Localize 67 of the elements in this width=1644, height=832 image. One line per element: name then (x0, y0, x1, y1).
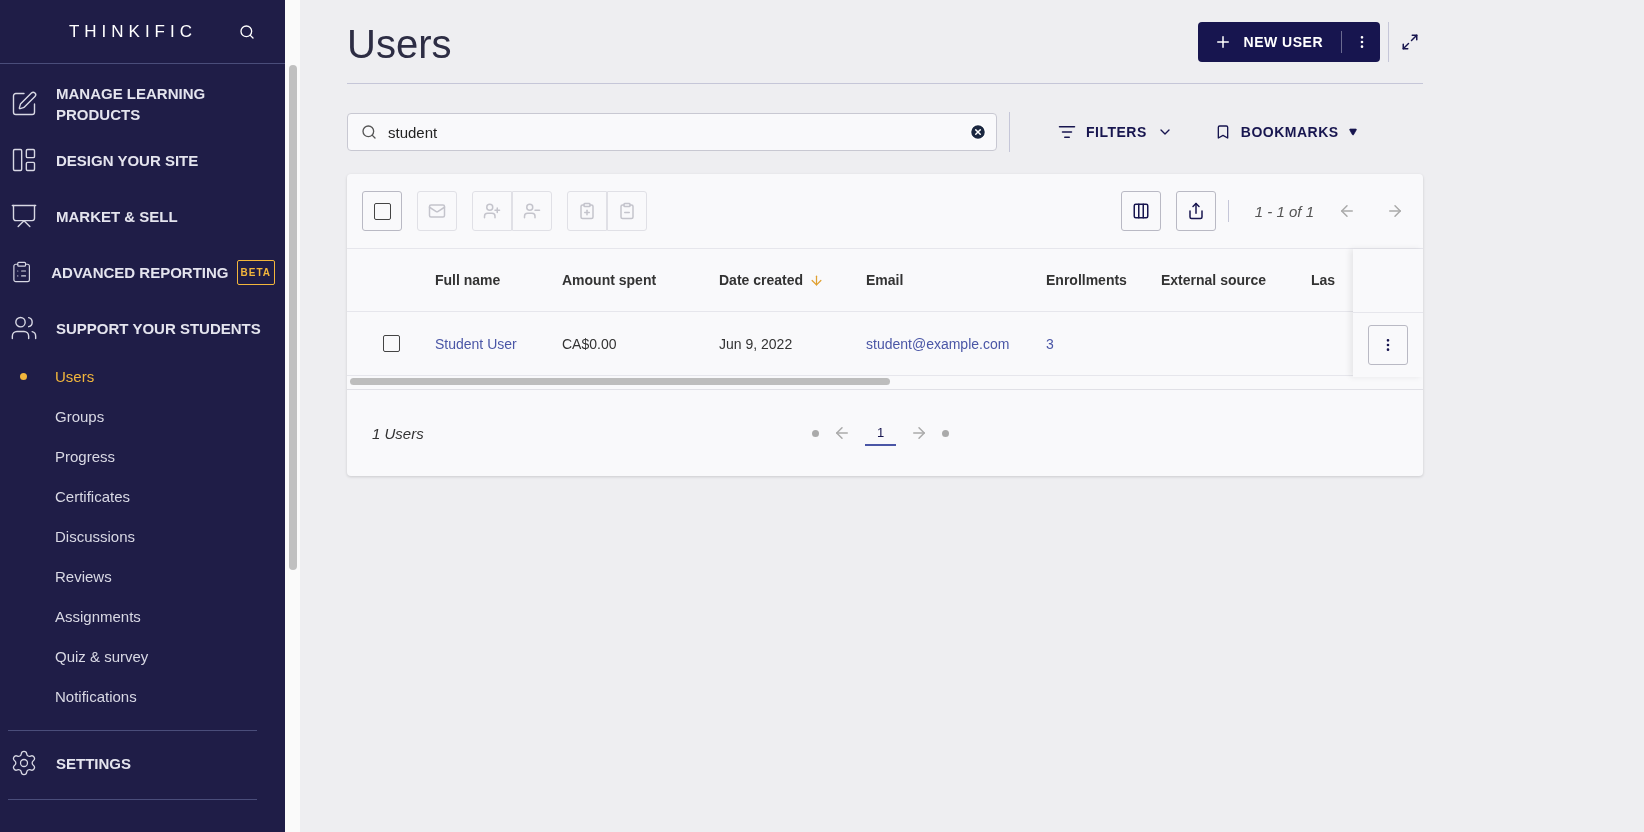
name-link[interactable]: Student User (435, 335, 517, 352)
select-all-button[interactable] (362, 191, 402, 231)
user-minus-icon (523, 202, 541, 220)
nav-section[interactable]: DESIGN YOUR SITE (0, 132, 285, 188)
table-cell: Jun 9, 2022 (719, 335, 793, 352)
nav-item[interactable]: Certificates (0, 476, 285, 516)
share-icon (1186, 202, 1205, 220)
range-text: 1 - 1 of 1 (1254, 202, 1314, 220)
mail-icon (428, 202, 446, 220)
column-header[interactable]: Amount spent (562, 272, 657, 288)
clipboard-minus-icon (618, 202, 636, 220)
row-menu-button[interactable] (1368, 325, 1408, 365)
prev-page-icon (833, 424, 851, 442)
nav-item[interactable]: Progress (0, 436, 285, 476)
sort-arrow-icon (809, 272, 825, 288)
presentation-icon (10, 202, 38, 230)
pen-square-icon (10, 90, 38, 118)
settings-icon (10, 749, 38, 777)
nav-item[interactable]: Groups (0, 396, 285, 436)
nav-section[interactable]: SETTINGS (0, 735, 285, 791)
nav-item[interactable]: Quiz & survey (0, 636, 285, 676)
checkbox[interactable] (373, 202, 391, 220)
column-header[interactable]: Enrollments (1046, 272, 1127, 288)
columns-icon (1131, 202, 1150, 220)
column-header[interactable]: Email (866, 272, 904, 288)
table-cell: CA$0.00 (562, 335, 617, 352)
nav-item[interactable]: Assignments (0, 596, 285, 636)
search-icon (239, 23, 255, 40)
last-page-dot[interactable] (942, 429, 950, 437)
bookmarks-button[interactable]: BOOKMARKS (1208, 123, 1363, 141)
beta-badge: BETA (236, 259, 275, 285)
scrollbar[interactable] (288, 65, 297, 570)
nav-section[interactable]: MANAGE LEARNING PRODUCTS (0, 76, 285, 132)
filter-icon (1058, 123, 1076, 141)
page-title: Users (347, 21, 452, 67)
user-plus-icon (483, 202, 501, 220)
column-header[interactable]: Date created (719, 272, 825, 288)
user-count: 1 Users (372, 424, 425, 442)
caret-icon (1348, 128, 1357, 136)
nav-item[interactable]: Discussions (0, 516, 285, 556)
search-field[interactable]: student (347, 113, 997, 151)
scrollbar[interactable] (350, 378, 890, 385)
search-icon (361, 124, 377, 140)
row-checkbox[interactable] (382, 335, 400, 352)
logo[interactable]: THINKIFIC (68, 21, 197, 42)
enrollments-link[interactable]: 3 (1046, 335, 1054, 352)
first-page-dot[interactable] (812, 429, 819, 437)
page-link[interactable]: 1 (865, 420, 897, 446)
nav-item[interactable]: Users (0, 356, 285, 396)
filters-button[interactable]: FILTERS (1052, 122, 1179, 142)
new-user-button[interactable]: NEW USER (1197, 21, 1380, 62)
nav-section[interactable]: SUPPORT YOUR STUDENTS (0, 300, 285, 356)
column-header[interactable]: Las (1311, 272, 1336, 288)
arrow-right-icon (1386, 202, 1404, 220)
nav-item[interactable]: Notifications (0, 676, 285, 716)
columns-button[interactable] (1120, 191, 1161, 231)
nav-section[interactable]: MARKET & SELL (0, 188, 285, 244)
expand-icon (1401, 32, 1419, 51)
export-button[interactable] (1175, 191, 1216, 231)
column-header[interactable]: External source (1161, 272, 1267, 288)
people-icon (10, 314, 38, 342)
clipboard-plus-icon (578, 202, 596, 220)
column-header[interactable]: Full name (435, 272, 501, 288)
nav-section[interactable]: ADVANCED REPORTING BETA (0, 244, 285, 300)
email-link[interactable]: student@example.com (866, 335, 1010, 352)
nav-item[interactable]: Reviews (0, 556, 285, 596)
layout-icon (10, 146, 38, 174)
